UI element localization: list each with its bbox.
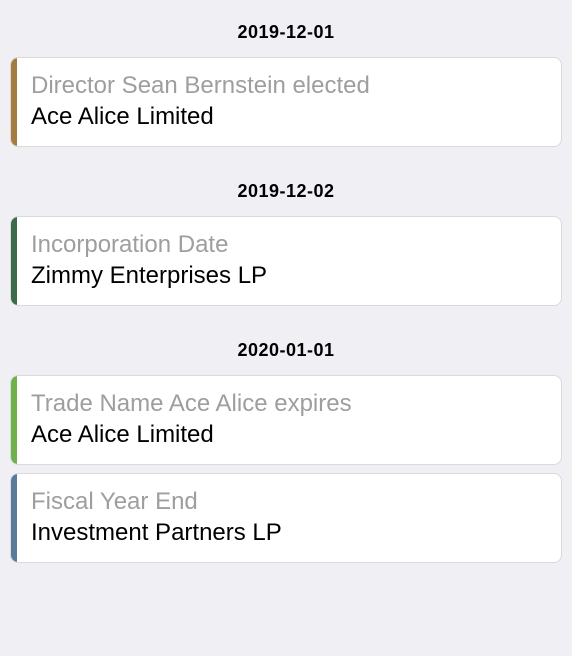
date-header: 2019-12-01 [0, 8, 572, 57]
event-company: Investment Partners LP [31, 519, 545, 548]
event-color-bar [11, 474, 17, 562]
event-color-bar [11, 376, 17, 464]
event-card[interactable]: Trade Name Ace Alice expires Ace Alice L… [10, 375, 562, 465]
event-title: Fiscal Year End [31, 486, 545, 517]
event-color-bar [11, 217, 17, 305]
event-card[interactable]: Director Sean Bernstein elected Ace Alic… [10, 57, 562, 147]
event-card[interactable]: Incorporation Date Zimmy Enterprises LP [10, 216, 562, 306]
date-section: 2019-12-02 Incorporation Date Zimmy Ente… [0, 167, 572, 306]
event-color-bar [11, 58, 17, 146]
event-title: Director Sean Bernstein elected [31, 70, 545, 101]
event-title: Incorporation Date [31, 229, 545, 260]
date-section: 2019-12-01 Director Sean Bernstein elect… [0, 8, 572, 147]
date-header: 2019-12-02 [0, 167, 572, 216]
event-company: Ace Alice Limited [31, 421, 545, 450]
event-title: Trade Name Ace Alice expires [31, 388, 545, 419]
event-company: Ace Alice Limited [31, 103, 545, 132]
event-card[interactable]: Fiscal Year End Investment Partners LP [10, 473, 562, 563]
event-company: Zimmy Enterprises LP [31, 262, 545, 291]
date-section: 2020-01-01 Trade Name Ace Alice expires … [0, 326, 572, 563]
date-header: 2020-01-01 [0, 326, 572, 375]
